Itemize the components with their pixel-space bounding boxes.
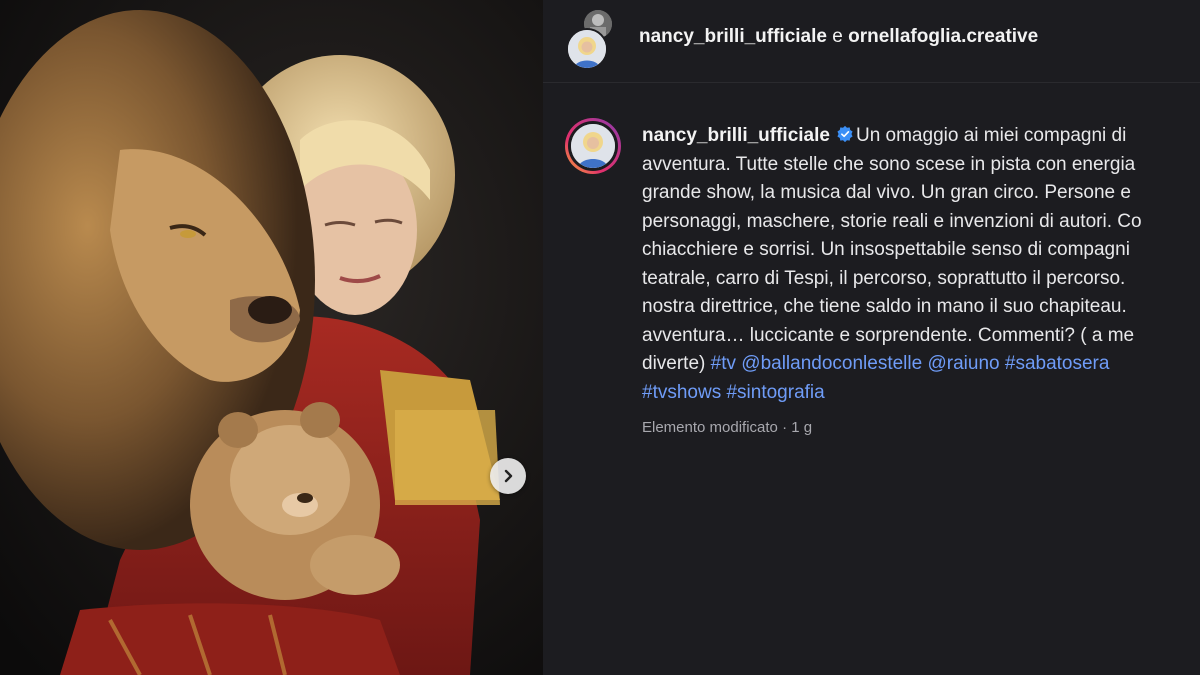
caption-text: nancy_brilli_ufficiale Un omaggio ai mie… — [642, 122, 1200, 407]
hashtag-link[interactable]: #tvshows — [642, 382, 721, 403]
post-panel: nancy_brilli_ufficiale e ornellafoglia.c… — [543, 0, 1200, 675]
header-user1[interactable]: nancy_brilli_ufficiale — [639, 26, 827, 47]
hashtag-link[interactable]: #tv — [711, 353, 736, 374]
caption-hashtag-line-1: diverte) #tv @ballandoconlestelle @raiun… — [642, 350, 1200, 379]
chevron-right-icon — [504, 469, 513, 483]
header-user2[interactable]: ornellafoglia.creative — [848, 26, 1038, 47]
verified-badge-icon — [837, 125, 853, 143]
header-separator: e — [832, 26, 843, 47]
caption-first-line: nancy_brilli_ufficiale Un omaggio ai mie… — [642, 122, 1200, 151]
lion-woman-photo — [0, 0, 543, 675]
caption-line: personaggi, maschere, storie reali e inv… — [642, 210, 1142, 232]
caption-line-0: Un omaggio ai miei compagni di — [855, 125, 1127, 146]
post-image — [0, 0, 543, 675]
hashtag-link[interactable]: #sintografia — [726, 382, 824, 403]
caption-username[interactable]: nancy_brilli_ufficiale — [642, 125, 830, 146]
caption-line: teatrale, carro di Tespi, il percorso, s… — [642, 267, 1126, 289]
post-header: nancy_brilli_ufficiale e ornellafoglia.c… — [543, 0, 1200, 83]
next-image-button[interactable] — [490, 458, 526, 494]
caption-line: grande show, la musica dal vivo. Un gran… — [642, 182, 1131, 203]
header-title: nancy_brilli_ufficiale e ornellafoglia.c… — [639, 26, 1038, 48]
caption-line: nostra direttrice, che tiene saldo in ma… — [642, 296, 1127, 317]
caption-hashtag-line-2: #tvshows #sintografia — [642, 379, 1200, 408]
post-meta: Elemento modificato · 1 g — [642, 419, 813, 436]
caption-line: avventura… luccicante e sorprendente. Co… — [642, 324, 1135, 346]
hashtag-link[interactable]: #sabatosera — [1005, 353, 1110, 374]
mention-link[interactable]: @ballandoconlestelle — [741, 353, 922, 374]
caption-line: chiacchiere e sorrisi. Un insospettabile… — [642, 239, 1130, 260]
caption-avatar[interactable] — [565, 118, 621, 174]
caption-line: avventura. Tutte stelle che sono scese i… — [642, 153, 1136, 175]
caption-line-end: diverte) — [642, 353, 706, 374]
collab-avatars[interactable] — [566, 10, 612, 70]
author-avatar — [566, 28, 608, 70]
mention-link[interactable]: @raiuno — [927, 353, 999, 374]
